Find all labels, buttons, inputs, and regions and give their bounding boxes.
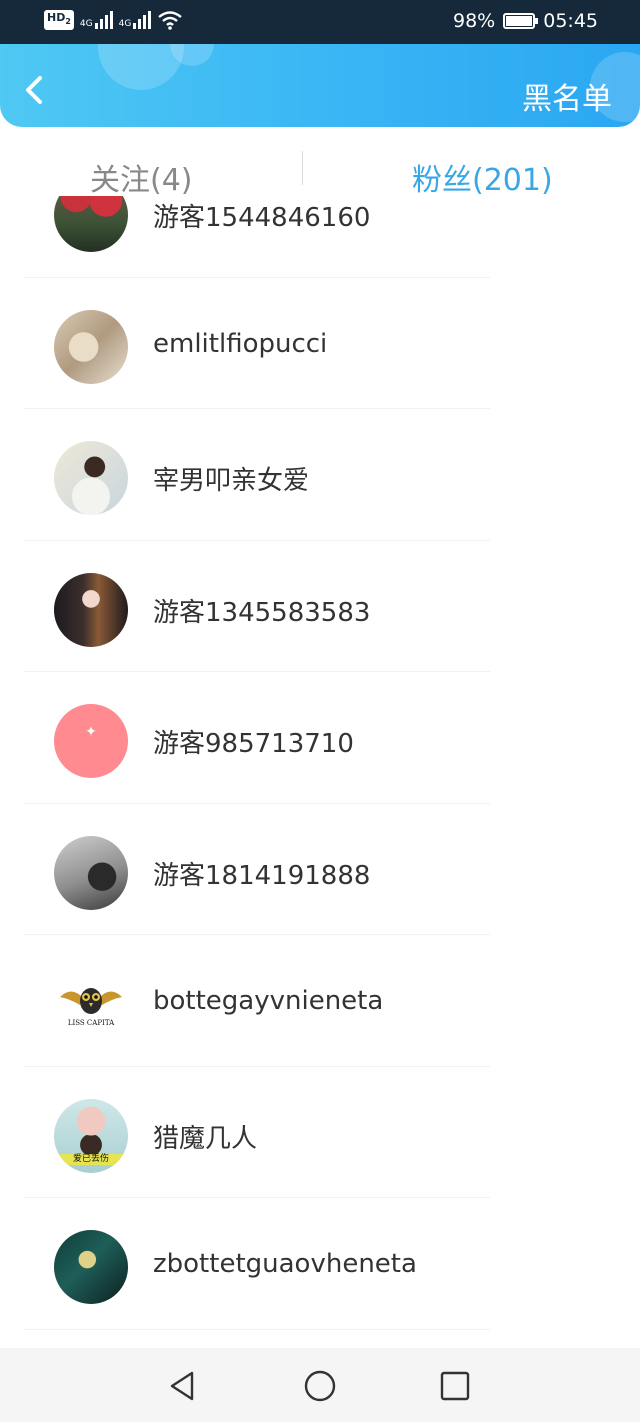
avatar[interactable] [54, 196, 128, 252]
tab-divider [302, 151, 303, 185]
status-bar: HD2 4G 4G 98% 05:45 [0, 0, 640, 44]
divider [24, 1328, 490, 1330]
list-item[interactable]: LISS CAPITA bottegayvnieneta [0, 935, 640, 1067]
wifi-icon [158, 11, 183, 30]
user-name: 游客1814191888 [153, 860, 371, 891]
chevron-left-icon[interactable] [22, 75, 46, 105]
system-nav-bar [0, 1348, 640, 1422]
user-name: 游客985713710 [153, 729, 354, 759]
list-item[interactable]: emlitlfiopucci [0, 278, 640, 409]
list-item[interactable]: ✦ 游客985713710 [0, 672, 640, 804]
avatar[interactable] [54, 309, 128, 384]
battery-percent: 98% [453, 10, 496, 32]
status-right: 98% 05:45 [453, 10, 598, 32]
avatar[interactable]: 爱已丢伤 [54, 1098, 128, 1173]
user-name: 游客1544846160 [153, 203, 371, 233]
home-circle-icon[interactable] [303, 1369, 337, 1403]
avatar-caption: LISS CAPITA [67, 1019, 115, 1027]
tab-fans[interactable]: 粉丝(201) [412, 155, 553, 199]
signal-icon [133, 11, 152, 30]
user-name: zbottetguaovheneta [153, 1249, 417, 1279]
bunny-icon: ✦ [85, 724, 97, 740]
list-item[interactable]: 游客1544846160 [0, 196, 640, 278]
back-triangle-icon[interactable] [166, 1369, 200, 1403]
clock: 05:45 [543, 10, 598, 32]
user-name: 猎魔几人 [153, 1123, 258, 1154]
list-item[interactable]: zbottetguaovheneta [0, 1198, 640, 1330]
user-name: 宰男叩亲女爱 [153, 466, 310, 496]
tab-following[interactable]: 关注(4) [90, 155, 193, 199]
network-1: 4G [79, 11, 113, 30]
network-2: 4G [118, 11, 152, 30]
list-item[interactable]: 游客1345583583 [0, 541, 640, 672]
network-type-label: 4G [118, 19, 132, 30]
avatar[interactable] [54, 441, 128, 515]
avatar[interactable] [54, 835, 128, 910]
avatar[interactable] [54, 572, 128, 647]
hd-badge: HD2 [44, 10, 74, 31]
blacklist-button[interactable]: 黑名单 [522, 74, 612, 118]
user-name: 游客1345583583 [153, 597, 371, 628]
fans-list[interactable]: 游客1544846160 emlitlfiopucci 宰男叩亲女爱 游客134… [0, 196, 640, 1346]
avatar[interactable]: LISS CAPITA [54, 967, 128, 1041]
user-name: bottegayvnieneta [153, 986, 384, 1016]
list-item[interactable]: 宰男叩亲女爱 [0, 409, 640, 541]
user-name: emlitlfiopucci [153, 328, 328, 359]
battery-icon [503, 13, 539, 29]
list-item[interactable]: 游客1814191888 [0, 804, 640, 935]
avatar-caption: 爱已丢伤 [54, 1153, 128, 1165]
status-left: HD2 4G 4G [44, 10, 183, 31]
tab-bar: 关注(4) 粉丝(201) [0, 127, 640, 207]
fans-list-content: 游客1544846160 emlitlfiopucci 宰男叩亲女爱 游客134… [0, 196, 640, 1330]
avatar[interactable] [54, 1230, 128, 1304]
list-item[interactable]: 爱已丢伤 猎魔几人 [0, 1067, 640, 1198]
recents-square-icon[interactable] [438, 1369, 472, 1403]
signal-icon [94, 11, 113, 30]
network-type-label: 4G [79, 19, 93, 30]
avatar[interactable]: ✦ [54, 704, 128, 778]
header-bar: 黑名单 [0, 44, 640, 127]
owl-logo-icon [60, 988, 122, 1014]
